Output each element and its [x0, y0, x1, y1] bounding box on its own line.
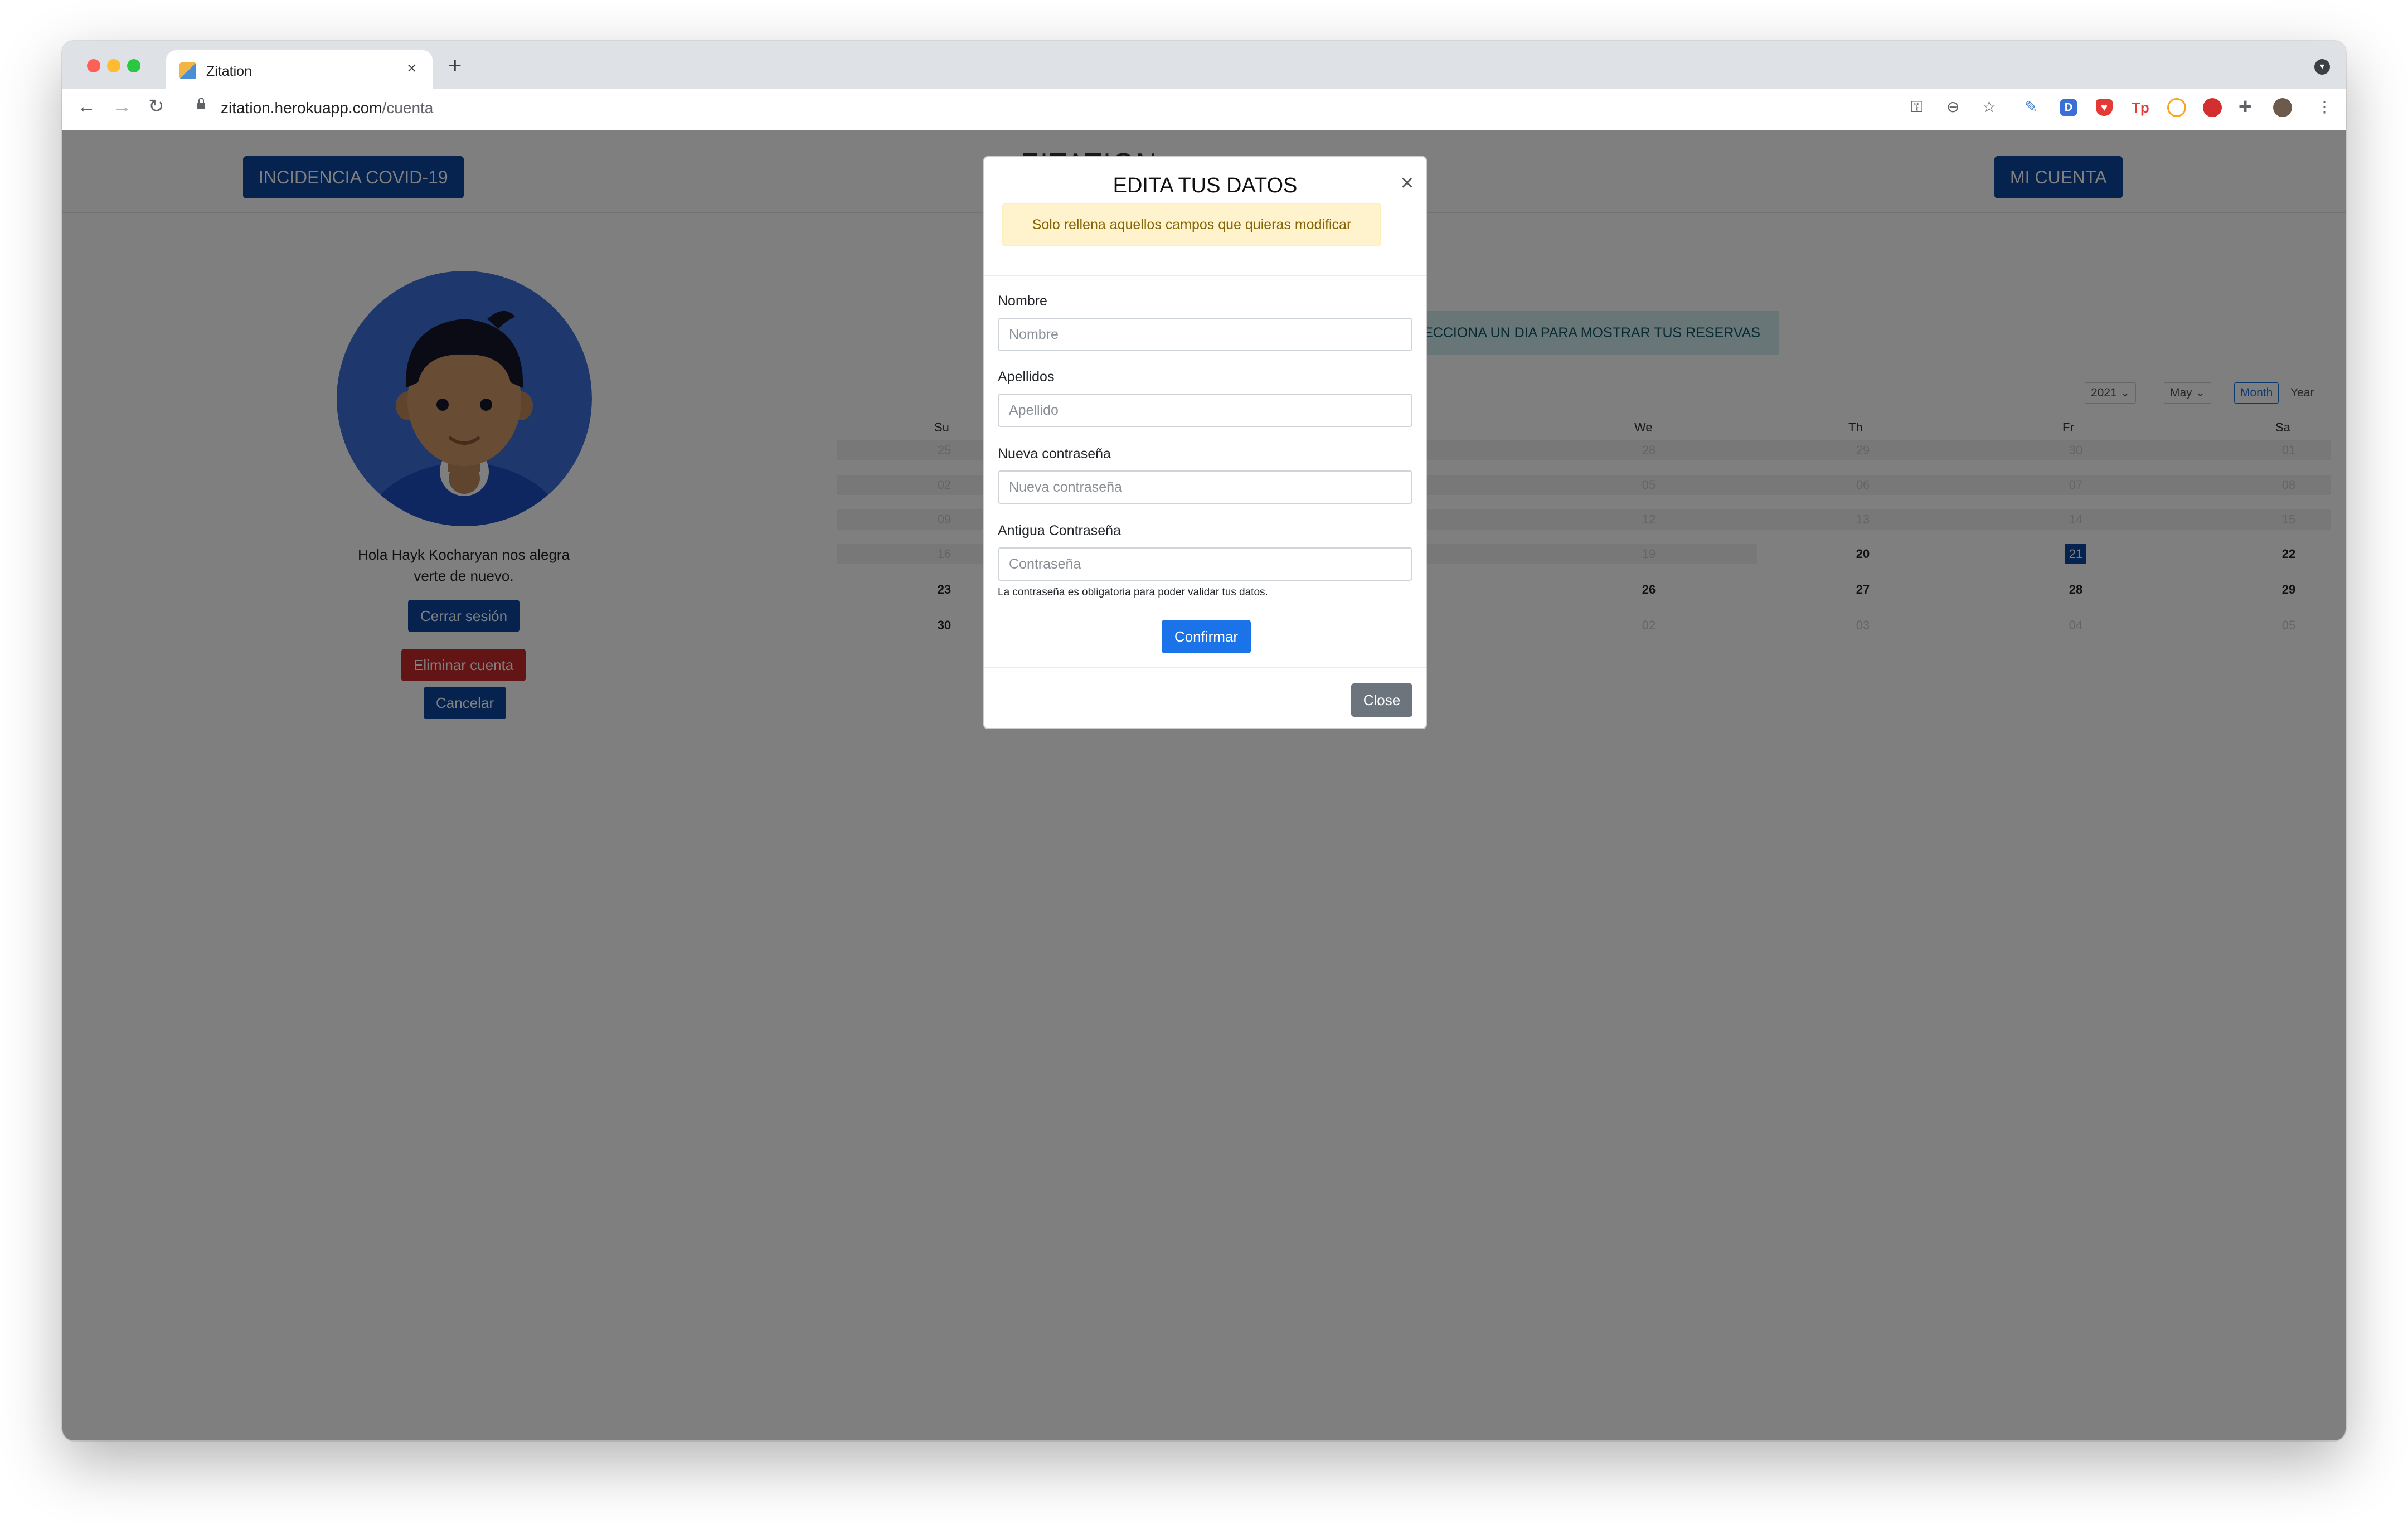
shield-extension-icon[interactable]: ♥	[2096, 99, 2113, 116]
info-alert: Solo rellena aquellos campos que quieras…	[1002, 203, 1381, 246]
back-arrow-icon[interactable]: ←	[77, 97, 96, 116]
zoom-icon[interactable]: ⊖	[1946, 99, 1959, 115]
tab-title: Zitation	[206, 64, 252, 79]
old-password-input[interactable]	[998, 547, 1412, 581]
new-tab-icon[interactable]: +	[448, 54, 462, 77]
reload-icon[interactable]: ↻	[148, 97, 164, 116]
nombre-input[interactable]	[998, 318, 1412, 351]
url-host: zitation.herokuapp.com	[221, 99, 382, 117]
puzzle-extensions-icon[interactable]: ✚	[2239, 99, 2251, 115]
apellidos-label: Apellidos	[998, 369, 1055, 385]
red-circle-extension-icon[interactable]	[2203, 98, 2222, 117]
lock-icon	[197, 98, 205, 109]
apellidos-input[interactable]	[998, 394, 1412, 427]
address-bar[interactable]: zitation.herokuapp.com/cuenta	[221, 99, 433, 117]
tp-extension-icon[interactable]: Tp	[2132, 99, 2149, 116]
new-password-label: Nueva contraseña	[998, 446, 1111, 462]
tab-strip: Zitation × + ▾	[62, 41, 2346, 89]
browser-window: Zitation × + ▾ ← → ↻ zitation.herokuapp.…	[62, 41, 2346, 1440]
menu-kebab-icon[interactable]: ⋮	[2317, 99, 2332, 115]
password-help-text: La contraseña es obligatoria para poder …	[998, 586, 1268, 598]
url-path: /cuenta	[382, 99, 434, 117]
page-content: INCIDENCIA COVID-19 ZITATION MI CUENTA	[62, 130, 2346, 1440]
forward-arrow-icon[interactable]: →	[113, 97, 132, 116]
feather-extension-icon[interactable]: ✎	[2025, 99, 2037, 115]
user-avatar[interactable]	[2273, 98, 2292, 117]
modal-title: EDITA TUS DATOS	[1113, 174, 1298, 197]
nombre-label: Nombre	[998, 293, 1047, 309]
new-password-input[interactable]	[998, 470, 1412, 504]
confirm-button[interactable]: Confirmar	[1162, 620, 1251, 653]
close-button[interactable]: Close	[1351, 683, 1412, 717]
browser-tab[interactable]: Zitation ×	[166, 50, 433, 89]
modal-footer-divider	[984, 667, 1426, 668]
bookmark-star-icon[interactable]: ☆	[1982, 99, 1996, 115]
tab-close-icon[interactable]: ×	[407, 60, 417, 77]
browser-toolbar: ← → ↻ zitation.herokuapp.com/cuenta ⚿ ⊖ …	[62, 89, 2346, 132]
tab-search-icon[interactable]: ▾	[2314, 59, 2330, 75]
maximize-window-button[interactable]	[127, 59, 140, 72]
edit-profile-modal: EDITA TUS DATOS × Solo rellena aquellos …	[983, 156, 1427, 729]
close-window-button[interactable]	[87, 59, 100, 72]
minimize-window-button[interactable]	[107, 59, 120, 72]
d-extension-icon[interactable]: D	[2060, 99, 2077, 116]
hexagon-extension-icon[interactable]	[2167, 98, 2186, 117]
key-icon[interactable]: ⚿	[1911, 99, 1922, 115]
zitation-favicon-icon	[179, 62, 196, 79]
close-icon[interactable]: ×	[1401, 172, 1414, 194]
old-password-label: Antigua Contraseña	[998, 523, 1121, 538]
modal-header-divider	[984, 275, 1426, 276]
